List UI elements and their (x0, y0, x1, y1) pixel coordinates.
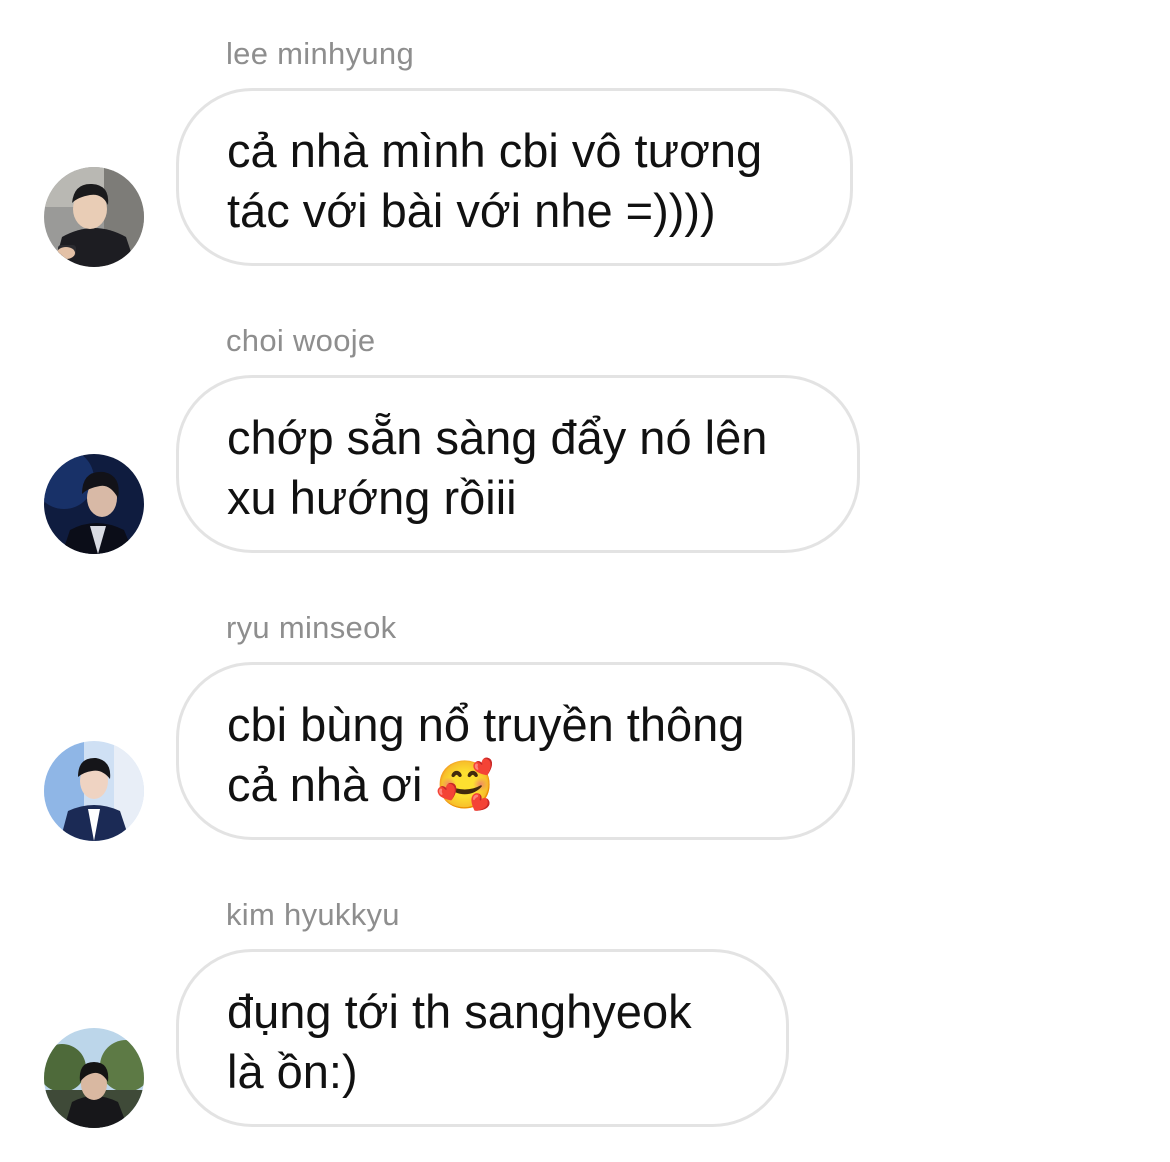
user-photo-icon (44, 1028, 144, 1128)
user-photo-icon (44, 167, 144, 267)
message-text: đụng tới th sanghyeok là ồn:) (227, 985, 692, 1098)
sender-name[interactable]: choi wooje (226, 323, 375, 359)
message-bubble[interactable]: cbi bùng nổ truyền thông cả nhà ơi 🥰 (176, 662, 855, 840)
avatar[interactable] (44, 741, 144, 841)
message-text: cả nhà mình cbi vô tương tác với bài với… (227, 124, 763, 237)
message-group: kim hyukkyu đụng tới th sanghyeok là ồn:… (0, 861, 1170, 1141)
message-bubble[interactable]: chớp sẵn sàng đẩy nó lên xu hướng rồiii (176, 375, 860, 553)
message-thread: lee minhyung cả nhà mình cbi vô tương tá… (0, 0, 1170, 1162)
sender-name[interactable]: kim hyukkyu (226, 897, 400, 933)
message-text: chớp sẵn sàng đẩy nó lên xu hướng rồiii (227, 411, 768, 524)
sender-name[interactable]: ryu minseok (226, 610, 396, 646)
user-photo-icon (44, 741, 144, 841)
message-group: choi wooje chớp sẵn sàng đẩy nó lên xu h… (0, 287, 1170, 567)
avatar[interactable] (44, 454, 144, 554)
avatar[interactable] (44, 167, 144, 267)
message-group: lee minhyung cả nhà mình cbi vô tương tá… (0, 0, 1170, 280)
avatar[interactable] (44, 1028, 144, 1128)
message-bubble[interactable]: đụng tới th sanghyeok là ồn:) (176, 949, 789, 1127)
message-text: cbi bùng nổ truyền thông cả nhà ơi 🥰 (227, 698, 745, 811)
sender-name[interactable]: lee minhyung (226, 36, 414, 72)
message-group: ryu minseok cbi bùng nổ truyền thông cả … (0, 574, 1170, 854)
user-photo-icon (44, 454, 144, 554)
message-bubble[interactable]: cả nhà mình cbi vô tương tác với bài với… (176, 88, 853, 266)
